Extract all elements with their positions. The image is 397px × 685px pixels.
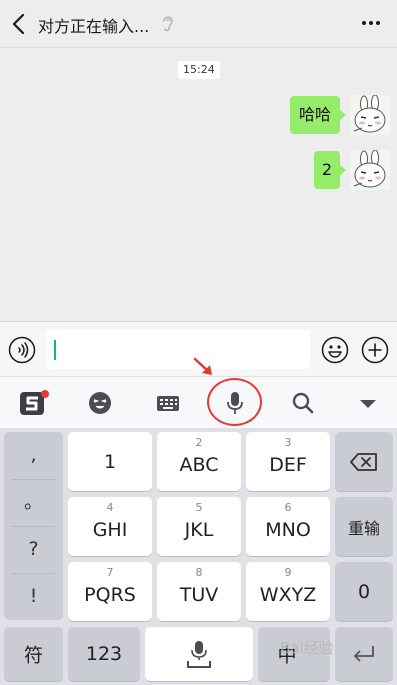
- key-label: PQRS: [84, 584, 136, 606]
- chat-area[interactable]: 15:24 哈哈 2: [0, 48, 397, 321]
- emoji-icon[interactable]: [321, 336, 349, 364]
- space-voice-key[interactable]: [145, 627, 253, 681]
- num-key[interactable]: 123: [68, 627, 140, 681]
- punct-key[interactable]: 。: [4, 479, 63, 526]
- symbol-key[interactable]: 符: [4, 627, 63, 681]
- search-icon[interactable]: [289, 389, 317, 417]
- key-digit: 8: [195, 566, 203, 579]
- key-7[interactable]: 7 PQRS: [68, 562, 152, 621]
- rabbit-avatar-icon: [350, 95, 390, 135]
- message-input[interactable]: [46, 330, 310, 369]
- rabbit-avatar-icon: [350, 150, 390, 190]
- avatar[interactable]: [350, 95, 390, 135]
- highlight-circle: [207, 378, 262, 426]
- punct-key[interactable]: !: [4, 573, 63, 620]
- key-digit: 2: [195, 436, 203, 449]
- key-label: MNO: [265, 519, 311, 541]
- key-2[interactable]: 2 ABC: [157, 432, 241, 491]
- key-5[interactable]: 5 JKL: [157, 497, 241, 556]
- t9-keyboard: , 。 ? ! 1 2 ABC 3 DEF 4 GHI 5 JKL 6 MNO …: [0, 428, 397, 685]
- key-label: DEF: [269, 454, 307, 476]
- key-6[interactable]: 6 MNO: [246, 497, 330, 556]
- chat-title: 对方正在输入...: [38, 17, 150, 36]
- key-label: WXYZ: [259, 584, 317, 606]
- more-options-icon[interactable]: [359, 12, 383, 34]
- key-1[interactable]: 1: [68, 432, 152, 491]
- key-digit: 4: [106, 501, 114, 514]
- punct-key[interactable]: ,: [4, 432, 63, 479]
- enter-key[interactable]: [335, 627, 393, 681]
- reinput-key[interactable]: 重输: [335, 497, 393, 556]
- backspace-key[interactable]: [335, 432, 393, 491]
- key-label: ABC: [179, 454, 219, 476]
- keyboard-layout-icon[interactable]: [154, 389, 182, 417]
- key-label: JKL: [184, 519, 214, 541]
- key-8[interactable]: 8 TUV: [157, 562, 241, 621]
- keyboard-toolbar: [0, 376, 397, 428]
- avatar[interactable]: [350, 150, 390, 190]
- message-bubble[interactable]: 2: [314, 151, 346, 189]
- key-label: TUV: [179, 584, 219, 606]
- key-9[interactable]: 9 WXYZ: [246, 562, 330, 621]
- key-label: 1: [103, 450, 117, 473]
- key-label: 0: [357, 580, 371, 603]
- ear-icon: [163, 16, 173, 32]
- plus-icon[interactable]: [361, 336, 389, 364]
- key-digit: 9: [284, 566, 292, 579]
- key-label: 符: [23, 644, 43, 667]
- enter-icon: [353, 646, 374, 662]
- key-label: GHI: [92, 519, 128, 541]
- message-bubble[interactable]: 哈哈: [290, 96, 346, 134]
- microphone-icon: [187, 641, 211, 668]
- key-digit: 6: [284, 501, 292, 514]
- text-cursor: [54, 340, 56, 360]
- sogou-logo-icon[interactable]: [18, 389, 50, 417]
- back-arrow-icon[interactable]: [8, 12, 30, 36]
- key-digit: 7: [106, 566, 114, 579]
- watermark: Bai经验: [280, 639, 334, 657]
- chat-header: 对方正在输入...: [0, 0, 397, 48]
- key-label: 123: [85, 643, 123, 665]
- timestamp: 15:24: [178, 61, 220, 79]
- backspace-icon: [350, 453, 377, 471]
- emoji-face-icon[interactable]: [86, 389, 114, 417]
- key-label: 重输: [347, 518, 380, 538]
- key-4[interactable]: 4 GHI: [68, 497, 152, 556]
- key-0[interactable]: 0: [335, 562, 393, 621]
- key-3[interactable]: 3 DEF: [246, 432, 330, 491]
- annotation-arrow-icon: [193, 357, 212, 375]
- voice-mode-icon[interactable]: [8, 336, 36, 364]
- collapse-keyboard-icon[interactable]: [354, 389, 382, 417]
- key-digit: 3: [284, 436, 292, 449]
- punct-key[interactable]: ?: [4, 526, 63, 573]
- key-digit: 5: [195, 501, 203, 514]
- punctuation-column: , 。 ? !: [4, 432, 63, 620]
